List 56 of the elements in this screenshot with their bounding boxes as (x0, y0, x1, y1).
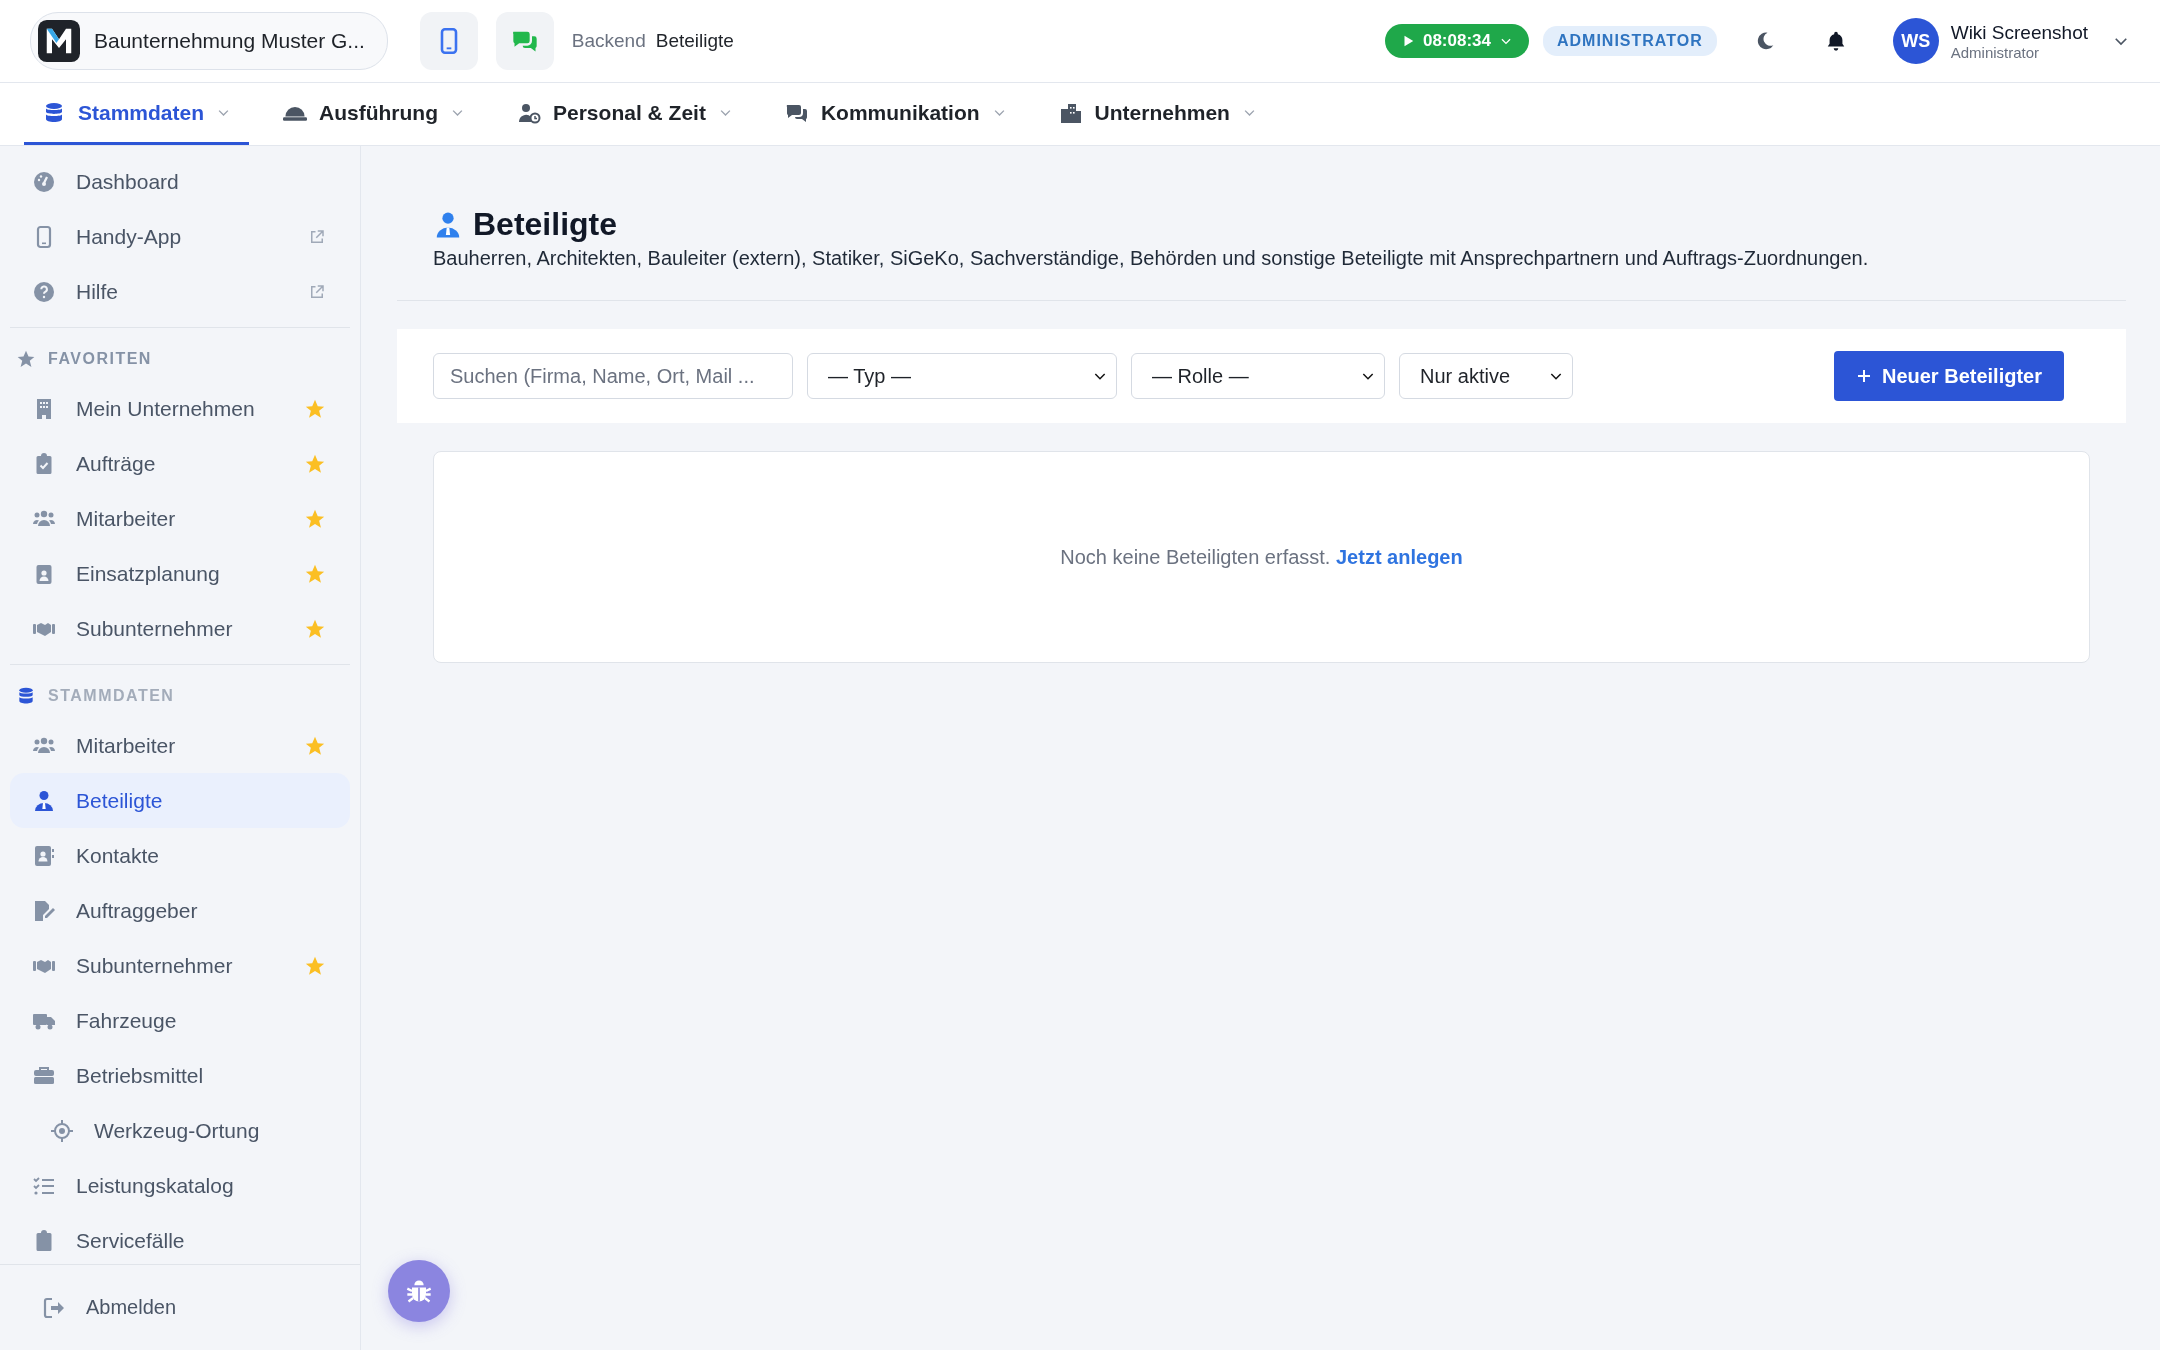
nav-tab[interactable]: Stammdaten (24, 83, 250, 145)
empty-state-text: Noch keine Beteiligten erfasst. (1060, 545, 1331, 568)
database-icon (16, 686, 36, 706)
sidebar-item[interactable]: Servicefälle (10, 1213, 350, 1264)
sidebar-item[interactable]: Mein Unternehmen (10, 381, 350, 436)
sidebar-item[interactable]: Aufträge (10, 436, 350, 491)
signature-icon (32, 898, 56, 923)
bug-report-button[interactable] (388, 1260, 450, 1322)
filter-select[interactable]: Nur aktive (1399, 353, 1573, 399)
page-title: Beteiligte (473, 206, 618, 243)
filter-select[interactable]: — Rolle — (1131, 353, 1385, 399)
user-tie-icon (32, 788, 56, 813)
plus-icon (1855, 368, 1872, 384)
nav-tab[interactable]: Ausführung (265, 83, 483, 145)
filter-select[interactable]: — Typ — (807, 353, 1117, 399)
quick-button[interactable] (419, 12, 478, 70)
nav-tab[interactable]: Unternehmen (1040, 83, 1275, 145)
logo-icon (38, 20, 80, 62)
sidebar-item[interactable]: Dashboard (10, 154, 350, 209)
breadcrumb-item[interactable]: Backend (571, 30, 646, 52)
breadcrumb-item: Beteiligte (655, 30, 734, 52)
logout-link[interactable]: Abmelden (20, 1280, 201, 1335)
star-icon (16, 349, 36, 369)
sidebar-item[interactable]: Mitarbeiter (10, 491, 350, 546)
sidebar-item[interactable]: Kontakte (10, 828, 350, 883)
sidebar-item[interactable]: Leistungskatalog (10, 1158, 350, 1213)
user-avatar[interactable]: WS (1892, 18, 1939, 64)
page-description: Bauherren, Architekten, Bauleiter (extern), Statiker, SiGeKo, Sachverständige, Behörden und sonstige Beteiligte mit Ansprechpartnern und Auftrags-Zuordnungen. (433, 247, 1870, 270)
role-badge: ADMINISTRATOR (1543, 26, 1717, 56)
new-participant-button[interactable]: Neuer Beteiligter (1833, 351, 2064, 401)
sidebar-item[interactable]: Einsatzplanung (10, 546, 350, 601)
address-book-icon (32, 843, 56, 868)
company-switcher[interactable]: Baunternehmung Muster G... (30, 12, 388, 70)
gauge-icon (32, 169, 56, 194)
sidebar-item[interactable]: Handy-App (10, 209, 350, 264)
create-link[interactable]: Jetzt anlegen (1336, 545, 1463, 568)
crosshair-icon (50, 1118, 74, 1143)
sidebar-item[interactable]: Auftraggeber (10, 883, 350, 938)
section-heading: STAMMDATEN (48, 687, 175, 705)
sidebar-item[interactable]: Subunternehmer (10, 938, 350, 993)
sidebar-item[interactable]: Beteiligte (10, 773, 350, 828)
user-role: Administrator (1950, 43, 2041, 61)
quick-button[interactable] (495, 12, 554, 70)
logout-icon (42, 1295, 66, 1320)
sidebar-item[interactable]: Hilfe (10, 264, 350, 319)
sidebar-item[interactable]: Mitarbeiter (10, 718, 350, 773)
search-field[interactable]: Suchen (Firma, Name, Ort, Mail ... (433, 353, 793, 399)
question-icon (32, 279, 56, 304)
nav-tab[interactable]: Personal & Zeit (499, 83, 751, 145)
sidebar-item[interactable]: Fahrzeuge (10, 993, 350, 1048)
section-heading: FAVORITEN (48, 350, 152, 368)
nav-tab[interactable]: Kommunikation (766, 83, 1025, 145)
user-name: Wiki Screenshot (1950, 21, 2088, 44)
sidebar-item[interactable]: Werkzeug-Ortung (10, 1103, 350, 1158)
sidebar-item[interactable]: Betriebsmittel (10, 1048, 350, 1103)
sidebar-item[interactable]: Subunternehmer (10, 601, 350, 656)
